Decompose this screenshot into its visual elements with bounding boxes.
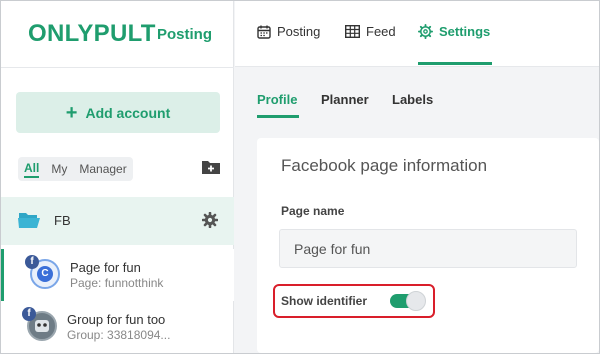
show-identifier-label: Show identifier — [281, 294, 368, 308]
brand: ONLYPULT Posting — [1, 1, 234, 68]
show-identifier-toggle[interactable] — [390, 290, 426, 311]
account-item[interactable]: f Group for fun too Group: 33818094... — [1, 301, 234, 353]
nav-posting-label: Posting — [277, 24, 321, 39]
account-sub: Group: 33818094... — [67, 328, 171, 342]
nav-posting[interactable]: Posting — [257, 24, 320, 39]
account-name: Group for fun too — [67, 312, 166, 327]
filter-my[interactable]: My — [51, 162, 67, 176]
page-name-input[interactable] — [279, 229, 577, 268]
account-sub: Page: funnotthink — [70, 276, 164, 290]
filter-all[interactable]: All — [24, 161, 40, 178]
folder-open-icon — [18, 213, 40, 228]
sidebar: ONLYPULT Posting + Add account All My Ma… — [1, 1, 234, 353]
avatar-letter: C — [37, 266, 53, 282]
group-row-fb[interactable]: FB — [1, 197, 234, 245]
nav-feed-label: Feed — [366, 24, 396, 39]
nav-settings[interactable]: Settings — [418, 24, 490, 39]
facebook-icon: f — [22, 307, 36, 321]
nav-active-indicator — [418, 62, 492, 65]
add-account-button[interactable]: + Add account — [16, 92, 220, 133]
nav-feed[interactable]: Feed — [345, 24, 396, 39]
calendar-icon — [257, 25, 271, 39]
group-label: FB — [54, 213, 71, 228]
gear-icon[interactable] — [202, 212, 218, 228]
tab-planner[interactable]: Planner — [321, 92, 369, 107]
plus-icon: + — [65, 101, 78, 124]
add-account-label: Add account — [85, 104, 171, 121]
add-folder-icon[interactable] — [201, 158, 221, 176]
page-name-label: Page name — [281, 204, 345, 218]
tab-profile[interactable]: Profile — [257, 92, 297, 107]
tab-labels[interactable]: Labels — [392, 92, 433, 107]
settings-icon — [418, 24, 433, 39]
facebook-icon: f — [25, 255, 39, 269]
account-name: Page for fun — [70, 260, 141, 275]
filter-manager[interactable]: Manager — [79, 162, 126, 176]
facebook-page-info-card: Facebook page information Page name — [257, 138, 599, 353]
account-filter: All My Manager — [18, 157, 133, 181]
account-item[interactable]: C f Page for fun Page: funnotthink — [1, 249, 234, 301]
subtab-active-indicator — [257, 115, 299, 118]
brand-name: ONLYPULT — [28, 20, 156, 47]
table-icon — [345, 25, 360, 38]
nav-settings-label: Settings — [439, 24, 491, 39]
brand-sub: Posting — [157, 26, 212, 43]
toggle-knob — [406, 291, 426, 311]
card-title: Facebook page information — [281, 156, 488, 175]
